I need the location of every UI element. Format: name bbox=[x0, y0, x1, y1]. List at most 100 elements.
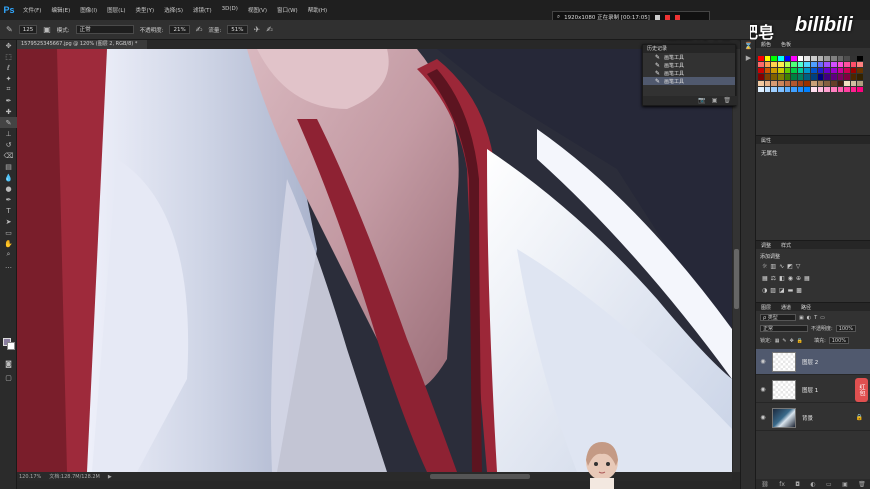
color-swatch[interactable] bbox=[811, 86, 817, 92]
visibility-eye-icon[interactable]: ◉ bbox=[756, 386, 770, 393]
curves-icon[interactable]: ∿ bbox=[779, 263, 784, 270]
color-swatch[interactable] bbox=[857, 74, 863, 80]
color-swatch[interactable] bbox=[844, 62, 850, 68]
color-swatch[interactable] bbox=[777, 74, 784, 80]
type-tool-icon[interactable]: T bbox=[0, 205, 17, 216]
lock-move-icon[interactable]: ✥ bbox=[790, 338, 794, 344]
tab-paths[interactable]: 路径 bbox=[799, 304, 813, 311]
document-tab[interactable]: 1579525345667.jpg @ 120% (图层 2, RGB/8) * bbox=[17, 40, 147, 49]
color-swatch[interactable] bbox=[837, 86, 844, 92]
color-swatch[interactable] bbox=[764, 74, 771, 80]
tab-adjustments[interactable]: 调整 bbox=[759, 242, 773, 249]
history-item[interactable]: ✎ 画笔工具 bbox=[643, 53, 735, 61]
color-swatch[interactable] bbox=[758, 68, 764, 74]
levels-icon[interactable]: ▥ bbox=[770, 263, 776, 270]
color-swatch[interactable] bbox=[804, 68, 810, 74]
layer-name[interactable]: 图层 1 bbox=[802, 386, 818, 394]
color-swatch[interactable] bbox=[764, 80, 771, 86]
color-swatch[interactable] bbox=[850, 62, 857, 68]
color-swatch[interactable] bbox=[804, 56, 810, 62]
document-canvas[interactable] bbox=[17, 49, 732, 472]
color-swatch[interactable] bbox=[824, 62, 830, 68]
color-swatch[interactable] bbox=[758, 74, 764, 80]
color-swatch[interactable] bbox=[797, 86, 804, 92]
layer-name[interactable]: 背景 bbox=[802, 414, 813, 422]
layer-name[interactable]: 图层 2 bbox=[802, 358, 818, 366]
color-swatch[interactable] bbox=[844, 80, 850, 86]
color-swatch[interactable] bbox=[857, 80, 863, 86]
color-swatch[interactable] bbox=[830, 68, 837, 74]
history-panel-icon[interactable]: ⌛ bbox=[741, 40, 756, 52]
airbrush-icon[interactable]: ✈ bbox=[254, 25, 261, 34]
color-swatch[interactable] bbox=[817, 56, 824, 62]
color-swatch[interactable] bbox=[791, 68, 797, 74]
healing-tool-icon[interactable]: ✚ bbox=[0, 106, 17, 117]
color-swatch[interactable] bbox=[797, 68, 804, 74]
adjustment-layer-icon[interactable]: ◐ bbox=[810, 481, 815, 488]
brush-panel-icon[interactable]: ▣ bbox=[43, 25, 51, 34]
color-swatch[interactable] bbox=[758, 62, 764, 68]
color-swatch[interactable] bbox=[784, 62, 791, 68]
color-swatch[interactable] bbox=[830, 80, 837, 86]
color-swatch[interactable] bbox=[797, 74, 804, 80]
blur-tool-icon[interactable]: 💧 bbox=[0, 172, 17, 183]
color-swatch[interactable] bbox=[758, 56, 764, 62]
brightness-icon[interactable]: ☼ bbox=[762, 263, 767, 270]
color-swatch[interactable] bbox=[837, 56, 844, 62]
tab-layers[interactable]: 图层 bbox=[759, 304, 773, 311]
layer-thumbnail[interactable] bbox=[772, 351, 796, 372]
color-swatch[interactable] bbox=[791, 80, 797, 86]
blend-mode-select[interactable]: 正常 bbox=[760, 325, 808, 332]
tab-styles[interactable]: 样式 bbox=[779, 242, 793, 249]
zoom-tool-icon[interactable]: ⌕ bbox=[0, 249, 17, 260]
lasso-tool-icon[interactable]: ℓ bbox=[0, 62, 17, 73]
color-swatch[interactable] bbox=[764, 56, 771, 62]
color-swatch[interactable] bbox=[804, 74, 810, 80]
move-tool-icon[interactable]: ✥ bbox=[0, 40, 17, 51]
opacity-input[interactable]: 21% bbox=[169, 25, 190, 34]
menu-item[interactable]: 3D(D) bbox=[217, 6, 243, 14]
history-item[interactable]: ✎ 画笔工具 bbox=[643, 61, 735, 69]
mode-select[interactable]: 正常 bbox=[75, 25, 134, 34]
color-swatch[interactable] bbox=[771, 56, 777, 62]
color-swatch[interactable] bbox=[850, 74, 857, 80]
channel-mixer-icon[interactable]: ⊕ bbox=[796, 275, 801, 282]
scrollbar-thumb[interactable] bbox=[734, 249, 739, 309]
color-swatch[interactable] bbox=[844, 74, 850, 80]
color-swatch[interactable] bbox=[811, 56, 817, 62]
history-item[interactable]: ✎ 画笔工具 bbox=[643, 69, 735, 77]
layer-filter-select[interactable]: ρ 类型 bbox=[760, 314, 796, 321]
color-swatch[interactable] bbox=[857, 56, 863, 62]
layer-row[interactable]: ◉ 背景 🔒 bbox=[756, 405, 870, 431]
color-swatch[interactable] bbox=[784, 68, 791, 74]
color-swatch[interactable] bbox=[771, 86, 777, 92]
black-white-icon[interactable]: ◧ bbox=[779, 275, 785, 282]
new-snapshot-icon[interactable]: 📷 bbox=[698, 97, 705, 104]
eyedropper-tool-icon[interactable]: ✒ bbox=[0, 95, 17, 106]
color-lookup-icon[interactable]: ▦ bbox=[804, 275, 810, 282]
color-swatch[interactable] bbox=[850, 80, 857, 86]
eraser-tool-icon[interactable]: ⌫ bbox=[0, 150, 17, 161]
color-swatch[interactable] bbox=[777, 56, 784, 62]
menu-item[interactable]: 图像(I) bbox=[75, 6, 102, 14]
filter-shape-icon[interactable]: ▭ bbox=[820, 315, 825, 321]
layer-opacity-input[interactable]: 100% bbox=[835, 325, 856, 332]
folder-icon[interactable]: ▭ bbox=[826, 481, 832, 488]
vibrance-icon[interactable]: ▽ bbox=[796, 263, 801, 270]
color-swatch[interactable] bbox=[804, 62, 810, 68]
quick-mask-icon[interactable]: ◙ bbox=[0, 358, 17, 369]
tab-color[interactable]: 颜色 bbox=[759, 41, 773, 48]
color-swatch[interactable] bbox=[758, 86, 764, 92]
brush-tool-icon[interactable]: ✎ bbox=[0, 117, 17, 128]
color-swatch[interactable] bbox=[771, 68, 777, 74]
history-brush-tool-icon[interactable]: ↺ bbox=[0, 139, 17, 150]
fx-icon[interactable]: fx bbox=[779, 481, 785, 488]
selective-color-icon[interactable]: ▩ bbox=[796, 287, 802, 294]
hue-saturation-icon[interactable]: ▦ bbox=[762, 275, 768, 282]
filter-type-icon[interactable]: T bbox=[814, 315, 817, 321]
screen-mode-icon[interactable]: ▢ bbox=[0, 372, 17, 383]
color-swatch[interactable] bbox=[817, 62, 824, 68]
vertical-scrollbar[interactable] bbox=[733, 49, 740, 472]
layer-thumbnail[interactable] bbox=[772, 407, 796, 428]
color-swatch[interactable] bbox=[784, 86, 791, 92]
